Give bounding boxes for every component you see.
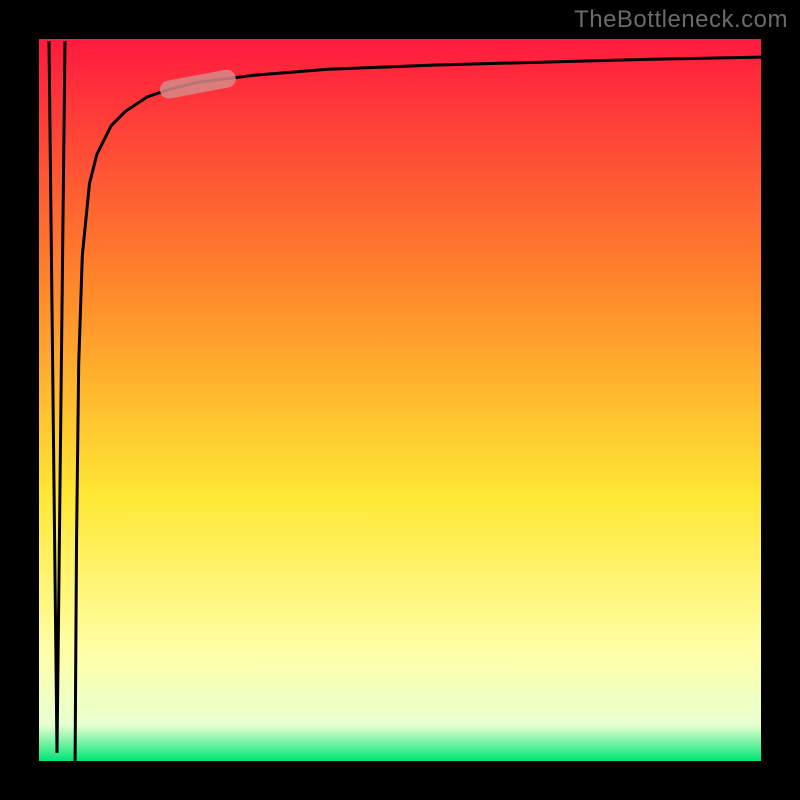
- gradient-background: [39, 39, 761, 761]
- chart-svg: [0, 0, 800, 800]
- axis-frame: [0, 761, 800, 800]
- chart-container: TheBottleneck.com: [0, 0, 800, 800]
- attribution-text: TheBottleneck.com: [574, 6, 788, 34]
- axis-frame: [761, 0, 800, 800]
- curve-marker: [169, 79, 227, 90]
- axis-frame: [0, 0, 39, 800]
